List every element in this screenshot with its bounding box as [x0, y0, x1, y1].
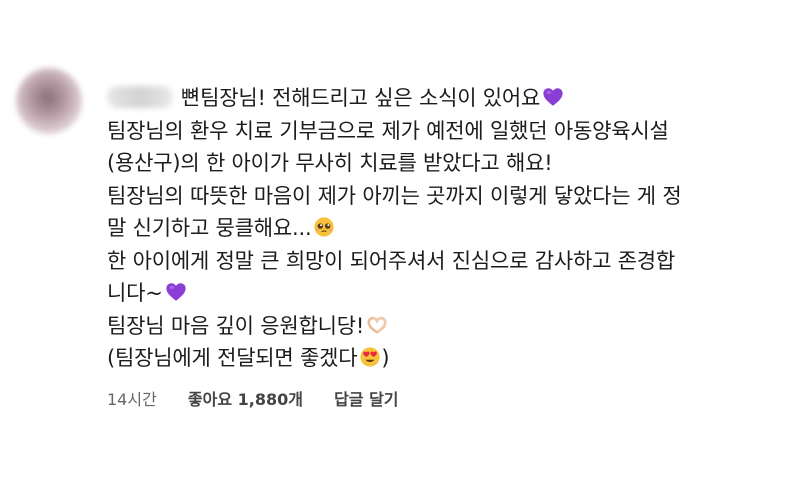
comment-line-2: 팀장님의 환우 치료 기부금으로 제가 예전에 일했던 아동양육시설: [107, 118, 669, 143]
comment-line-9: (팀장님에게 전달되면 좋겠다): [107, 342, 787, 375]
comment-meta: 14시간 좋아요 1,880개 답글 달기: [107, 386, 399, 410]
timestamp: 14시간: [107, 390, 157, 409]
pleading-face-icon: [313, 216, 335, 238]
comment-line-7: 니다~: [107, 277, 787, 310]
comment-text-8: 팀장님 마음 깊이 응원합니당!: [107, 313, 365, 338]
comment-text-1: 뼌팀장님! 전해드리고 싶은 소식이 있어요: [181, 86, 541, 110]
comment-text-7: 니다~: [107, 281, 163, 305]
username-blurred[interactable]: [107, 86, 173, 108]
comment: 뼌팀장님! 전해드리고 싶은 소식이 있어요 팀장님의 환우 치료 기부금으로 …: [0, 0, 800, 480]
comment-text-10: ): [381, 346, 390, 370]
purple-heart-icon: [542, 86, 564, 108]
heart-eyes-face-icon: [359, 346, 381, 368]
comment-line-4: 팀장님의 따뜻한 마음이 제가 아끼는 곳까지 이렇게 닿았다는 게 정: [107, 183, 682, 208]
reply-button[interactable]: 답글 달기: [334, 386, 398, 410]
purple-heart-icon: [165, 281, 187, 303]
comment-line-6: 한 아이에게 정말 큰 희망이 되어주셔서 진심으로 감사하고 존경합: [107, 248, 676, 273]
likes-count[interactable]: 좋아요 1,880개: [188, 386, 303, 410]
comment-line-1: 뼌팀장님! 전해드리고 싶은 소식이 있어요: [107, 82, 787, 115]
comment-body: 뼌팀장님! 전해드리고 싶은 소식이 있어요 팀장님의 환우 치료 기부금으로 …: [107, 82, 787, 375]
comment-line-8: 팀장님 마음 깊이 응원합니당!: [107, 310, 787, 343]
avatar[interactable]: [16, 68, 82, 134]
heart-hands-icon: [366, 314, 388, 336]
comment-text-9: (팀장님에게 전달되면 좋겠다: [107, 346, 358, 370]
comment-line-3: (용산구)의 한 아이가 무사히 치료를 받았다고 해요!: [107, 151, 553, 175]
comment-text-5: 말 신기하고 뭉클해요...: [107, 216, 312, 240]
comment-line-5: 말 신기하고 뭉클해요...: [107, 212, 787, 245]
